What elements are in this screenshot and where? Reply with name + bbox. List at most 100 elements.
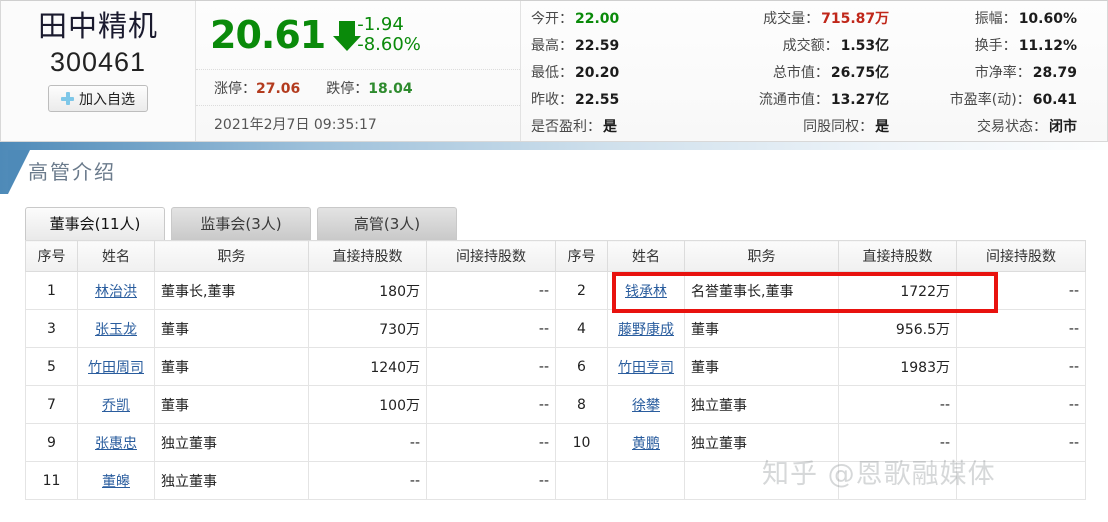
stat-value: 26.75亿 [830,65,890,81]
cell-duty: 名誉董事长,董事 [684,271,839,310]
tab-bar: 董事会(11人) 监事会(3人) 高管(3人) [25,207,457,240]
stat-label: 总市值： [772,65,829,81]
person-link[interactable]: 竹田周司 [88,360,144,376]
tab-2[interactable]: 高管(3人) [317,207,457,240]
cell-duty: 独立董事 [154,423,309,462]
person-link[interactable]: 乔凯 [102,398,130,414]
stat-value: 22.55 [575,92,620,108]
price-row: 20.61 -1.94 -8.60% [196,1,520,70]
stat-label: 是否盈利： [531,119,601,135]
stat-item: 是否盈利：是 [531,114,711,141]
table-cell-empty [607,461,685,500]
cell-name[interactable]: 张惠忠 [77,423,155,462]
person-link[interactable]: 张惠忠 [95,436,137,452]
cell-indirect-shares: -- [426,347,556,386]
cell-name[interactable]: 黄鹏 [607,423,685,462]
stat-label: 最低： [531,65,573,81]
stat-value: 715.87万 [821,11,890,27]
change-amount: -1.94 [357,14,404,35]
cell-name[interactable]: 钱承林 [607,271,685,310]
cell-name[interactable]: 董皞 [77,461,155,500]
cell-direct-shares: 730万 [308,309,427,348]
stat-label: 振幅： [974,11,1017,27]
cell-name[interactable]: 张玉龙 [77,309,155,348]
limit-row: 涨停：27.06 跌停：18.04 [196,70,520,106]
cell-index: 10 [555,423,608,462]
stat-value: 11.12% [1018,38,1077,54]
cell-name[interactable]: 徐攀 [607,385,685,424]
limit-up-value: 27.06 [256,80,301,97]
add-favorite-button[interactable]: 加入自选 [48,85,148,112]
limit-down-label: 跌停： [326,80,369,97]
cell-name[interactable]: 竹田亨司 [607,347,685,386]
cell-direct-shares: -- [308,423,427,462]
section-bar: 高管介绍 [0,142,1108,194]
cell-index: 11 [25,461,78,500]
person-link[interactable]: 黄鹏 [632,436,660,452]
table-cell-empty [684,461,839,500]
stat-label: 昨收： [531,92,573,108]
cell-duty: 董事 [154,385,309,424]
cell-indirect-shares: -- [956,271,1086,310]
stat-value: 1.53亿 [840,38,890,54]
table-header-cell: 职务 [684,240,839,272]
stock-code: 300461 [49,47,147,77]
stat-label: 市盈率(动)： [949,92,1031,108]
person-link[interactable]: 林治洪 [95,284,137,300]
table-header-cell: 间接持股数 [956,240,1086,272]
cell-duty: 独立董事 [154,461,309,500]
stat-value: 60.41 [1032,92,1077,108]
cell-duty: 独立董事 [684,423,839,462]
stat-item: 总市值： 26.75亿 [711,60,905,87]
person-link[interactable]: 张玉龙 [95,322,137,338]
cell-duty: 董事 [684,309,839,348]
stat-item: 振幅： 10.60% [905,6,1103,33]
cell-direct-shares: 100万 [308,385,427,424]
table-row: 11 董皞 独立董事 -- -- [25,461,1086,500]
table-header-cell: 职务 [154,240,309,272]
person-link[interactable]: 竹田亨司 [618,360,674,376]
cell-duty: 董事 [154,347,309,386]
person-link[interactable]: 藤野康成 [618,322,674,338]
limit-up: 涨停：27.06 [214,78,300,98]
person-link[interactable]: 徐攀 [632,398,660,414]
table-header-cell: 序号 [555,240,608,272]
stat-item: 今开： 22.00 [531,6,711,33]
cell-name[interactable]: 林治洪 [77,271,155,310]
stat-label: 成交量： [763,11,820,27]
stat-label: 换手： [974,38,1017,54]
table-header-cell: 直接持股数 [838,240,957,272]
stat-item: 市净率： 28.79 [905,60,1103,87]
stat-item: 成交额： 1.53亿 [711,33,905,60]
quote-timestamp: 2021年2月7日 09:35:17 [214,116,377,133]
cell-direct-shares: -- [838,423,957,462]
person-link[interactable]: 董皞 [102,474,130,490]
cell-name[interactable]: 藤野康成 [607,309,685,348]
stat-item: 流通市值： 13.27亿 [711,87,905,114]
table-header-cell: 姓名 [607,240,685,272]
stat-label: 同股同权： [803,119,874,135]
person-link[interactable]: 钱承林 [625,284,667,300]
section-accent-icon [8,150,30,194]
cell-name[interactable]: 竹田周司 [77,347,155,386]
cell-direct-shares: -- [308,461,427,500]
cell-direct-shares: 1983万 [838,347,957,386]
cell-direct-shares: -- [838,385,957,424]
stock-identity-block: 田中精机 300461 加入自选 [1,1,196,141]
tab-0[interactable]: 董事会(11人) [25,207,165,240]
cell-index: 6 [555,347,608,386]
stats-grid: 今开： 22.00 成交量： 715.87万 振幅： 10.60% 最高： 22.59 成交额：… [521,1,1107,141]
table-row: 5 竹田周司 董事 1240万 -- 6 竹田亨司 董事 1983万 -- [25,347,1086,386]
cell-direct-shares: 1240万 [308,347,427,386]
cell-indirect-shares: -- [426,271,556,310]
cell-name[interactable]: 乔凯 [77,385,155,424]
quote-header: 田中精机 300461 加入自选 20.61 -1.94 -8.60% 涨停：2… [0,0,1108,142]
section-title: 高管介绍 [28,160,116,184]
change-block: -1.94 -8.60% [357,15,421,55]
cell-indirect-shares: -- [426,461,556,500]
cell-duty: 董事 [684,347,839,386]
cell-direct-shares: 956.5万 [838,309,957,348]
stat-value: 10.60% [1018,11,1077,27]
tab-1[interactable]: 监事会(3人) [171,207,311,240]
table-row: 7 乔凯 董事 100万 -- 8 徐攀 独立董事 -- -- [25,385,1086,424]
